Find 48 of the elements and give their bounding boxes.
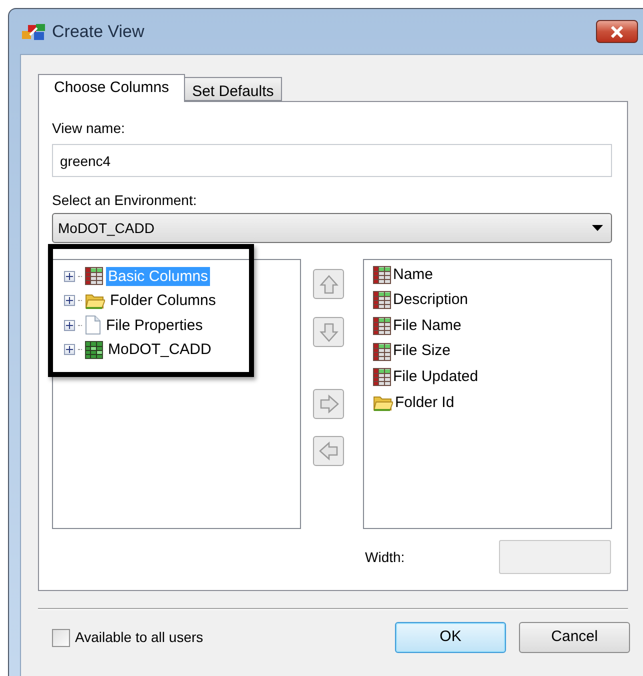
list-item[interactable]: Description [393,289,468,312]
field-label: Width: [365,548,405,566]
checkbox-label: Available to all users [75,628,204,647]
checkbox[interactable] [52,628,70,646]
caret-icon [592,225,603,231]
table-icon [373,368,391,386]
left-arrow-icon [318,440,338,462]
list-item[interactable]: Folder Id [395,392,454,414]
right-arrow-icon [318,393,338,415]
move-right-button[interactable] [313,389,344,419]
list-item[interactable]: File Name [393,314,462,338]
expand-icon[interactable] [64,344,75,356]
expand-icon[interactable] [64,320,75,331]
move-left-button[interactable] [313,436,344,466]
tree-item[interactable]: File Properties [104,316,205,335]
close-icon [610,26,624,38]
field-label: Select an Environment: [52,191,198,210]
table-icon [373,266,391,284]
table-icon [373,342,391,361]
list-item[interactable]: Name [393,264,434,286]
file-icon [85,315,101,336]
table-icon [373,316,391,335]
list-item[interactable]: File Size [393,340,451,363]
tree-item[interactable]: Folder Columns [108,291,218,310]
folder-icon [373,394,393,412]
up-arrow-icon [318,273,338,295]
table-icon [85,340,103,359]
close-button[interactable] [596,20,638,43]
width-field[interactable] [499,540,611,574]
expand-icon[interactable] [64,295,75,306]
cancel-button[interactable]: Cancel [519,622,630,653]
expand-icon[interactable] [64,270,75,282]
folder-icon [85,292,105,310]
app-icon [22,22,46,40]
field-label: View name: [52,119,126,138]
environment-dropdown[interactable]: MoDOT_CADD [52,213,612,243]
tree-item[interactable]: MoDOT_CADD [106,340,214,360]
down-arrow-icon [318,321,338,343]
tab[interactable]: Set Defaults [185,77,282,101]
ok-button[interactable]: OK [395,622,506,653]
view-name-field[interactable]: greenc4 [52,144,612,177]
move-up-button[interactable] [313,269,344,299]
table-icon [373,291,391,310]
move-down-button[interactable] [313,317,344,347]
table-icon [85,267,103,286]
list-item[interactable]: File Updated [393,366,478,388]
window-title: Create View [52,20,144,43]
tab[interactable]: Choose Columns [38,74,186,102]
